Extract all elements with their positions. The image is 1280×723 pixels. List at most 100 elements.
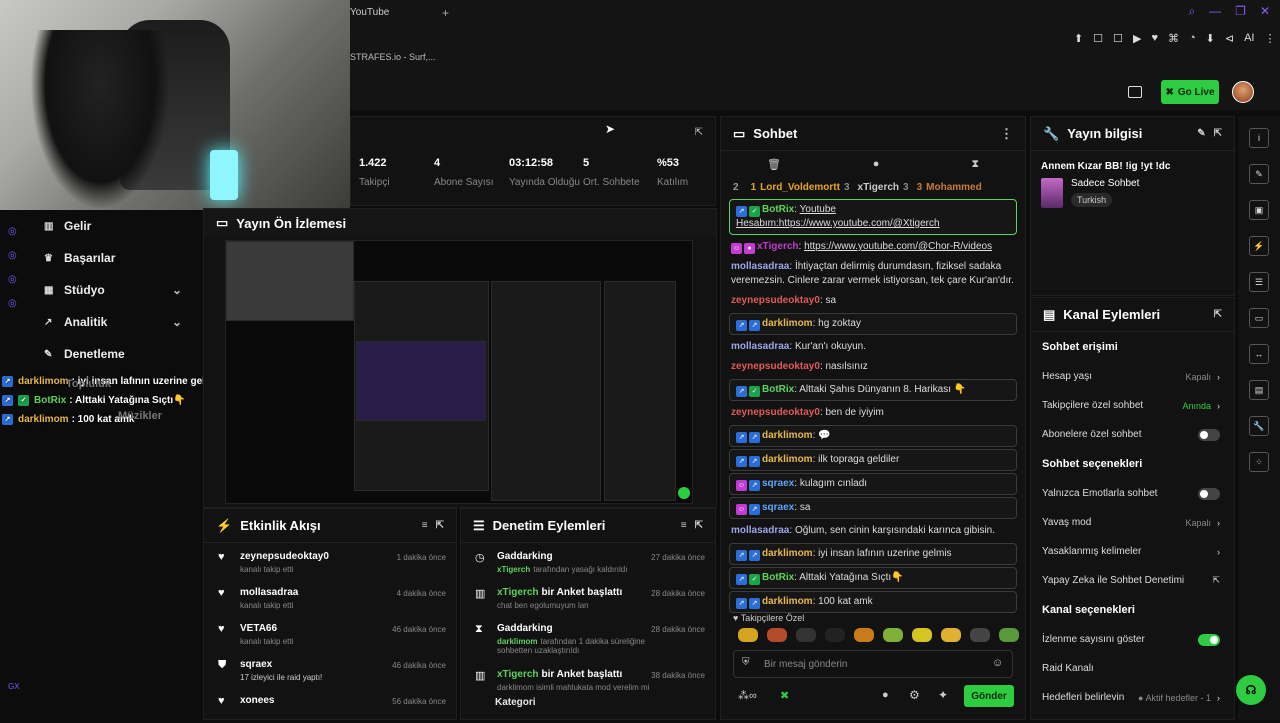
rail-icon[interactable]: ☰ <box>1249 272 1269 292</box>
sidebar-item[interactable]: ▦ Stüdyo ⌄ <box>0 274 200 306</box>
event-item[interactable]: ♥ VETA66 kanalı takip etti 46 dakika önce <box>204 615 456 651</box>
puzzle-icon[interactable]: ✦ <box>938 688 948 702</box>
action-row[interactable]: Hesap yaşı Kapalı › <box>1031 362 1234 391</box>
chat-message[interactable]: zeynepsudeoktay0: ben de iyiyim <box>721 403 1025 423</box>
action-row[interactable]: Takipçilere özel sohbet Anında › <box>1031 391 1234 420</box>
chat-message[interactable]: ☺ ↗ sqraex: kulagım cınladı <box>729 473 1017 495</box>
rail-icon[interactable]: ▣ <box>1249 200 1269 220</box>
window-control-icon[interactable]: ❐ <box>1235 4 1246 19</box>
chat-message[interactable]: ↗ ↗ darklimom: ilk topraga geldiler <box>729 449 1017 471</box>
extension-icon[interactable]: ▶ <box>1133 32 1141 45</box>
users-icon[interactable]: ⁂∞ <box>738 689 757 702</box>
leader-item[interactable]: 1 Lord_Voldemortt 3 <box>751 182 850 193</box>
extension-icon[interactable]: ⬇ <box>1206 32 1215 45</box>
leader-item[interactable]: 3 Mohammed <box>917 182 986 193</box>
chat-bubble-icon[interactable]: ● <box>882 689 889 701</box>
extension-icon[interactable]: ⊲ <box>1225 32 1234 45</box>
rail-icon[interactable]: ▭ <box>1249 308 1269 328</box>
toggle-switch[interactable] <box>1198 428 1220 441</box>
chat-user[interactable]: mollasadraa <box>731 261 789 272</box>
popout-icon[interactable]: ⇱ <box>695 520 703 531</box>
event-item[interactable]: ♥ mollasadraa kanalı takip etti 4 dakika ön… <box>204 579 456 615</box>
leader-item[interactable]: 2 <box>733 182 743 193</box>
chat-user[interactable]: darklimom <box>762 430 813 441</box>
rail-icon[interactable]: i <box>1249 128 1269 148</box>
popout-icon[interactable]: ⇱ <box>1214 128 1222 139</box>
action-row[interactable]: Abonelere özel sohbet <box>1031 420 1234 449</box>
sidebar-item[interactable]: ↗ Analitik ⌄ <box>0 306 200 338</box>
action-row[interactable]: Raid Kanalı <box>1031 654 1234 683</box>
edit-icon[interactable]: ✎ <box>1197 128 1205 139</box>
window-controls[interactable]: ⌕ — ❐ ✕ <box>1188 4 1270 19</box>
extension-icon[interactable]: ◔ <box>1189 32 1196 45</box>
action-row[interactable]: Yavaş mod Kapalı › <box>1031 508 1234 537</box>
browser-tab-2[interactable]: STRAFES.io - Surf,... <box>350 52 436 62</box>
chat-user[interactable]: zeynepsudeoktay0 <box>731 295 820 306</box>
chat-message[interactable]: zeynepsudeoktay0: sa <box>721 291 1025 311</box>
moderation-item[interactable]: ◷ Gaddarking xTigerch tarafından yasağı kal… <box>461 543 715 579</box>
rail-icon[interactable]: ▤ <box>1249 380 1269 400</box>
extension-icon[interactable]: ☐ <box>1113 32 1123 45</box>
rail-icon[interactable]: 🔧 <box>1249 416 1269 436</box>
chevron-down-icon[interactable]: ⌄ <box>172 315 182 329</box>
rail-icon[interactable]: ✎ <box>1249 164 1269 184</box>
chat-user[interactable]: BotRix <box>762 384 794 395</box>
chat-message[interactable]: ↗ ✓ BotRix: Alttaki Yatağına Sıçtı👇 <box>729 567 1017 589</box>
chat-user[interactable]: darklimom <box>762 548 813 559</box>
chat-message[interactable]: ↗ ↗ darklimom: 💬 <box>729 425 1017 447</box>
kick-icon[interactable]: ✖ <box>780 689 789 702</box>
preview-video[interactable] <box>225 240 693 504</box>
chat-message[interactable]: ↗ ✓ BotRix: Youtube Hesabım:https://www.yo… <box>729 199 1017 235</box>
extension-icon[interactable]: ☐ <box>1093 32 1103 45</box>
chat-user[interactable]: darklimom <box>762 318 813 329</box>
popout-icon[interactable]: ⇱ <box>436 520 444 531</box>
moderation-item[interactable]: ▥ xTigerch bir Anket başlattı darklimom isi… <box>461 661 715 697</box>
help-button[interactable]: ☊ <box>1236 675 1266 705</box>
camera-icon[interactable] <box>1128 86 1142 98</box>
action-row[interactable]: İzlenme sayısını göster <box>1031 625 1234 654</box>
chat-user[interactable]: darklimom <box>762 596 813 607</box>
action-row[interactable]: Yapay Zeka ile Sohbet Denetimi ⇱ <box>1031 566 1234 595</box>
window-control-icon[interactable]: — <box>1209 4 1221 19</box>
chat-user[interactable]: xTigerch <box>757 241 799 252</box>
action-row[interactable]: Yasaklanmış kelimeler › <box>1031 537 1234 566</box>
chat-user[interactable]: sqraex <box>762 478 794 489</box>
chat-message[interactable]: ↗ ↗ darklimom: iyi insan lafının uzerine g… <box>729 543 1017 565</box>
rail-icon[interactable]: ⁘ <box>1249 452 1269 472</box>
emote-bar[interactable] <box>738 628 1019 642</box>
chat-message[interactable]: ↗ ✓ BotRix: Alttaki Şahıs Dünyanın 8. Hari… <box>729 379 1017 401</box>
window-control-icon[interactable]: ✕ <box>1260 4 1270 19</box>
toggle-switch[interactable] <box>1198 487 1220 500</box>
send-button[interactable]: Gönder <box>964 685 1014 707</box>
event-item[interactable]: ⛊ sqraex 17 izleyici ile raid yaptı! 46 dak… <box>204 651 456 687</box>
chat-user[interactable]: BotRix <box>762 572 794 583</box>
chat-input[interactable]: Bir mesaj gönderin <box>733 650 1013 678</box>
chevron-down-icon[interactable]: ⌄ <box>172 283 182 297</box>
go-live-button[interactable]: ✖ Go Live <box>1161 80 1219 104</box>
filter-icon[interactable]: ≡ <box>422 520 428 531</box>
extension-icons[interactable]: ⬆ ☐ ☐ ▶ ♥ ⌘ ◔ ⬇ ⊲ AI ⋮ <box>1074 32 1275 45</box>
extension-icon[interactable]: ⋮ <box>1264 32 1275 45</box>
leader-item[interactable]: xTigerch 3 <box>858 182 909 193</box>
hourglass-icon[interactable]: ⧗ <box>971 158 979 171</box>
rail-icon[interactable]: ⚡ <box>1249 236 1269 256</box>
toggle-switch[interactable] <box>1198 633 1220 646</box>
new-tab-icon[interactable]: + <box>442 6 449 20</box>
rail-icon[interactable]: ↔ <box>1249 344 1269 364</box>
window-control-icon[interactable]: ⌕ <box>1188 4 1195 19</box>
chat-message[interactable]: mollasadraa: Kur'an'ı okuyun. <box>721 337 1025 357</box>
chat-user[interactable]: zeynepsudeoktay0 <box>731 407 820 418</box>
sidebar-item[interactable]: ✎ Denetleme <box>0 338 200 370</box>
popout-icon[interactable]: ⇱ <box>1214 309 1222 320</box>
filter-icon[interactable]: ≡ <box>681 520 687 531</box>
chat-user[interactable]: sqraex <box>762 502 794 513</box>
emoji-icon[interactable]: ☺ <box>992 657 1003 669</box>
action-row[interactable]: Yalnızca Emotlarla sohbet <box>1031 479 1234 508</box>
extension-icon[interactable]: AI <box>1244 32 1254 45</box>
trash-icon[interactable]: 🗑 <box>767 158 781 171</box>
extension-icon[interactable]: ⬆ <box>1074 32 1083 45</box>
moderation-item[interactable]: ▥ xTigerch bir Anket başlattı chat ben egol… <box>461 579 715 615</box>
popout-icon[interactable]: ⇱ <box>695 127 703 138</box>
chat-user[interactable]: mollasadraa <box>731 341 789 352</box>
extension-icon[interactable]: ♥ <box>1151 32 1158 45</box>
